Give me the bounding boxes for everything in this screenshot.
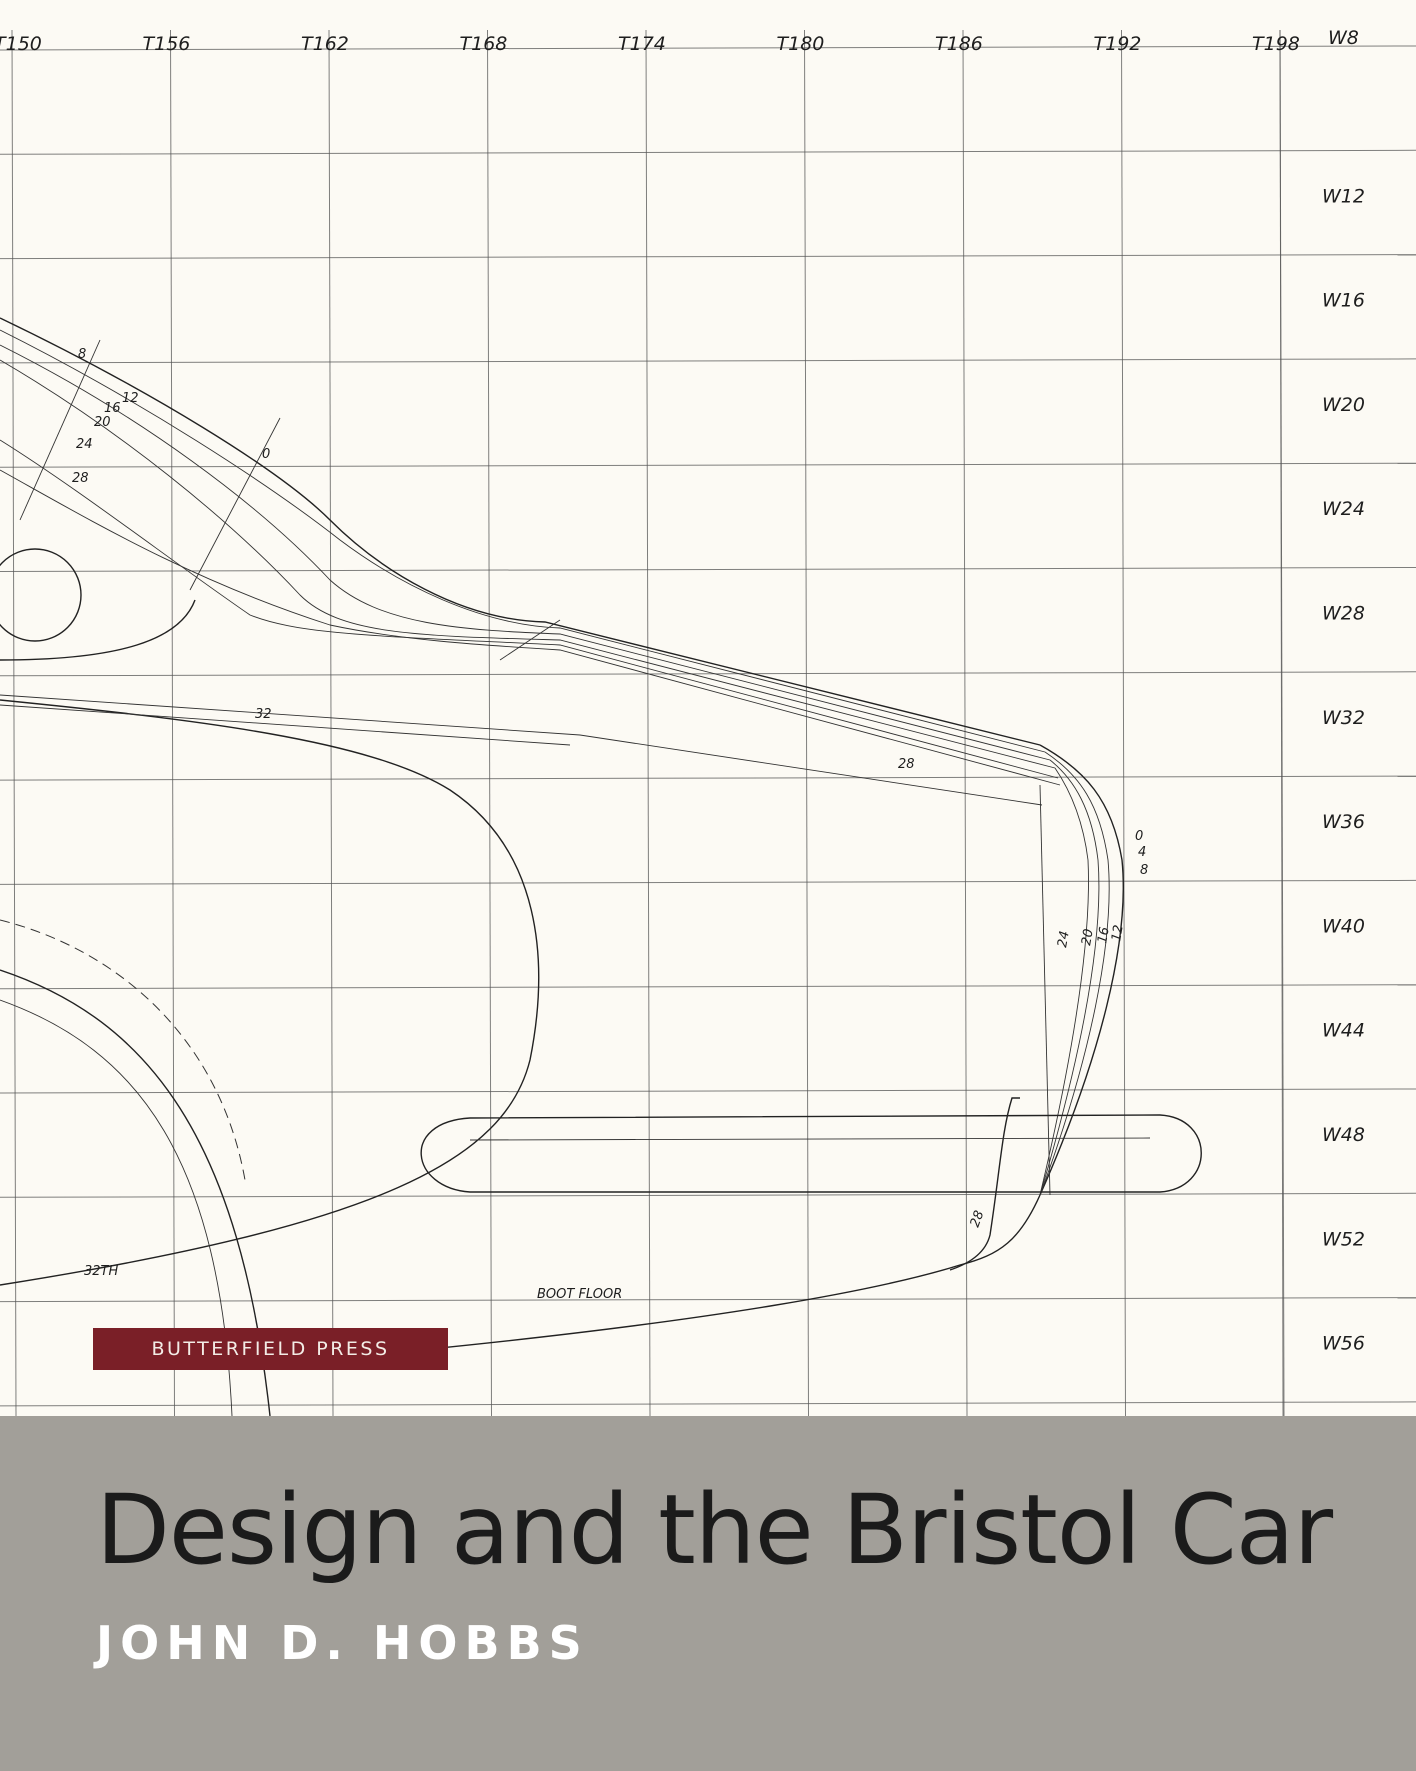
annotation-v20: 20 [1079, 928, 1097, 947]
waterline-label: W8 [1328, 27, 1359, 49]
grid-horizontal-line [0, 462, 1416, 468]
grid-vertical-line [1121, 29, 1126, 1416]
title-band: Design and the Bristol Car JOHN D. HOBBS [0, 1416, 1416, 1771]
annotation-top-16: 16 [104, 401, 121, 416]
annotation-v24: 24 [1055, 930, 1073, 949]
annotation-boot-floor: BOOT FLOOR [537, 1287, 622, 1302]
annotation-28: 28 [898, 757, 915, 772]
drawing-annotations: BOOT FLOOR 32TH 32 28 28 0 4 8 24 20 16 … [72, 347, 1148, 1302]
bumper-inner [469, 1137, 1151, 1141]
grid-vertical-line [328, 29, 334, 1416]
grid-horizontal-line [0, 45, 1416, 51]
waterline-label: W56 [1322, 1333, 1365, 1355]
bumper-outline [420, 1114, 1202, 1193]
car-outline [0, 317, 1202, 1416]
grid-vertical-line [170, 29, 175, 1416]
grid-horizontal-line [0, 879, 1416, 885]
grid-horizontal-line [0, 1088, 1416, 1094]
roof-curve-3 [0, 344, 1051, 761]
grid-horizontal-line [0, 984, 1416, 990]
waterline-label: W28 [1322, 603, 1365, 625]
grid-horizontal-line [0, 1192, 1416, 1198]
annotation-top-20: 20 [94, 415, 111, 430]
annotation-v12: 12 [1109, 924, 1127, 943]
annotation-top-12: 12 [122, 391, 139, 406]
station-label: T156 [143, 33, 191, 55]
station-label: T162 [301, 33, 349, 55]
roof-curve-6 [0, 469, 1061, 786]
station-label: T198 [1252, 33, 1300, 55]
grid-horizontal-line [0, 1401, 1416, 1407]
station-label: T174 [618, 33, 666, 55]
tail-curve-1 [1039, 744, 1124, 1196]
waterline-label: W20 [1322, 394, 1365, 416]
annotation-offset-0: 0 [1135, 829, 1143, 844]
waterline-label: W32 [1322, 707, 1365, 729]
grid-horizontal-line [0, 254, 1416, 260]
waist-line-2 [0, 704, 571, 746]
grid-horizontal-line [0, 358, 1416, 364]
waterline-label: W36 [1322, 811, 1365, 833]
grid-vertical-line [487, 29, 492, 1416]
roof-curve-4 [0, 359, 1056, 769]
grid-vertical-line [1279, 29, 1284, 1416]
book-cover: T150 T156 T162 T168 T174 T180 T186 T192 T198 W8 W… [0, 0, 1416, 1771]
station-label: T150 [0, 33, 42, 55]
underside-curve [419, 1194, 1041, 1351]
tail-vertical-line [1039, 784, 1051, 1196]
grid-horizontal-line [0, 775, 1416, 781]
station-label: T186 [935, 33, 983, 55]
waterline-label: W48 [1322, 1124, 1365, 1146]
annotation-32th: 32TH [84, 1264, 118, 1279]
grid [0, 29, 1416, 1416]
waterline-label: W52 [1322, 1228, 1365, 1250]
waterline-labels: W8W12W16W20W24W28W32W36W40W44W48W52W56W6… [1322, 27, 1365, 1355]
station-label: T192 [1094, 33, 1142, 55]
grid-vertical-line [645, 29, 651, 1416]
waterline-label: W24 [1322, 498, 1365, 520]
annotation-offset-4: 4 [1138, 845, 1146, 860]
annotation-top-24: 24 [76, 437, 93, 452]
grid-vertical-line [804, 29, 809, 1416]
technical-drawing: T150 T156 T162 T168 T174 T180 T186 T192 T198 W8 W… [0, 0, 1416, 1416]
annotation-offset-8: 8 [1140, 863, 1148, 878]
lamp-housing [0, 599, 196, 661]
waterline-label: W12 [1322, 185, 1365, 207]
lamp-circle [0, 548, 82, 642]
grid-vertical-line [962, 29, 968, 1416]
annotation-top-8: 8 [78, 347, 86, 362]
annotation-top-28: 28 [72, 471, 89, 486]
waterline-label: W44 [1322, 1020, 1365, 1042]
station-label: T180 [777, 33, 825, 55]
annotation-32: 32 [255, 707, 272, 722]
tail-curve-2 [1039, 751, 1110, 1196]
author-name: JOHN D. HOBBS [96, 1616, 589, 1670]
section-stroke-1 [19, 339, 101, 521]
annotation-top-0: 0 [262, 447, 270, 462]
roof-curve-2 [0, 329, 1046, 753]
tail-curve-4 [1039, 767, 1089, 1196]
waterline-label: W40 [1322, 915, 1365, 937]
publisher-badge: BUTTERFIELD PRESS [93, 1328, 448, 1370]
book-title: Design and the Bristol Car [96, 1474, 1333, 1586]
grid-horizontal-line [0, 567, 1416, 572]
grid-vertical-line [11, 29, 17, 1416]
station-label: T168 [460, 33, 508, 55]
grid-horizontal-line [0, 149, 1416, 155]
grid-horizontal-line [0, 1297, 1416, 1303]
waterline-label: W16 [1322, 290, 1365, 312]
drawing-svg: T150 T156 T162 T168 T174 T180 T186 T192 T198 W8 W… [0, 27, 1416, 1416]
roof-curve-1 [0, 317, 1041, 746]
station-labels: T150 T156 T162 T168 T174 T180 T186 T192 T198 [0, 33, 1300, 55]
bumper-step [949, 1097, 1020, 1271]
wheel-arch-dash [0, 919, 246, 1181]
annotation-28b: 28 [968, 1209, 988, 1230]
